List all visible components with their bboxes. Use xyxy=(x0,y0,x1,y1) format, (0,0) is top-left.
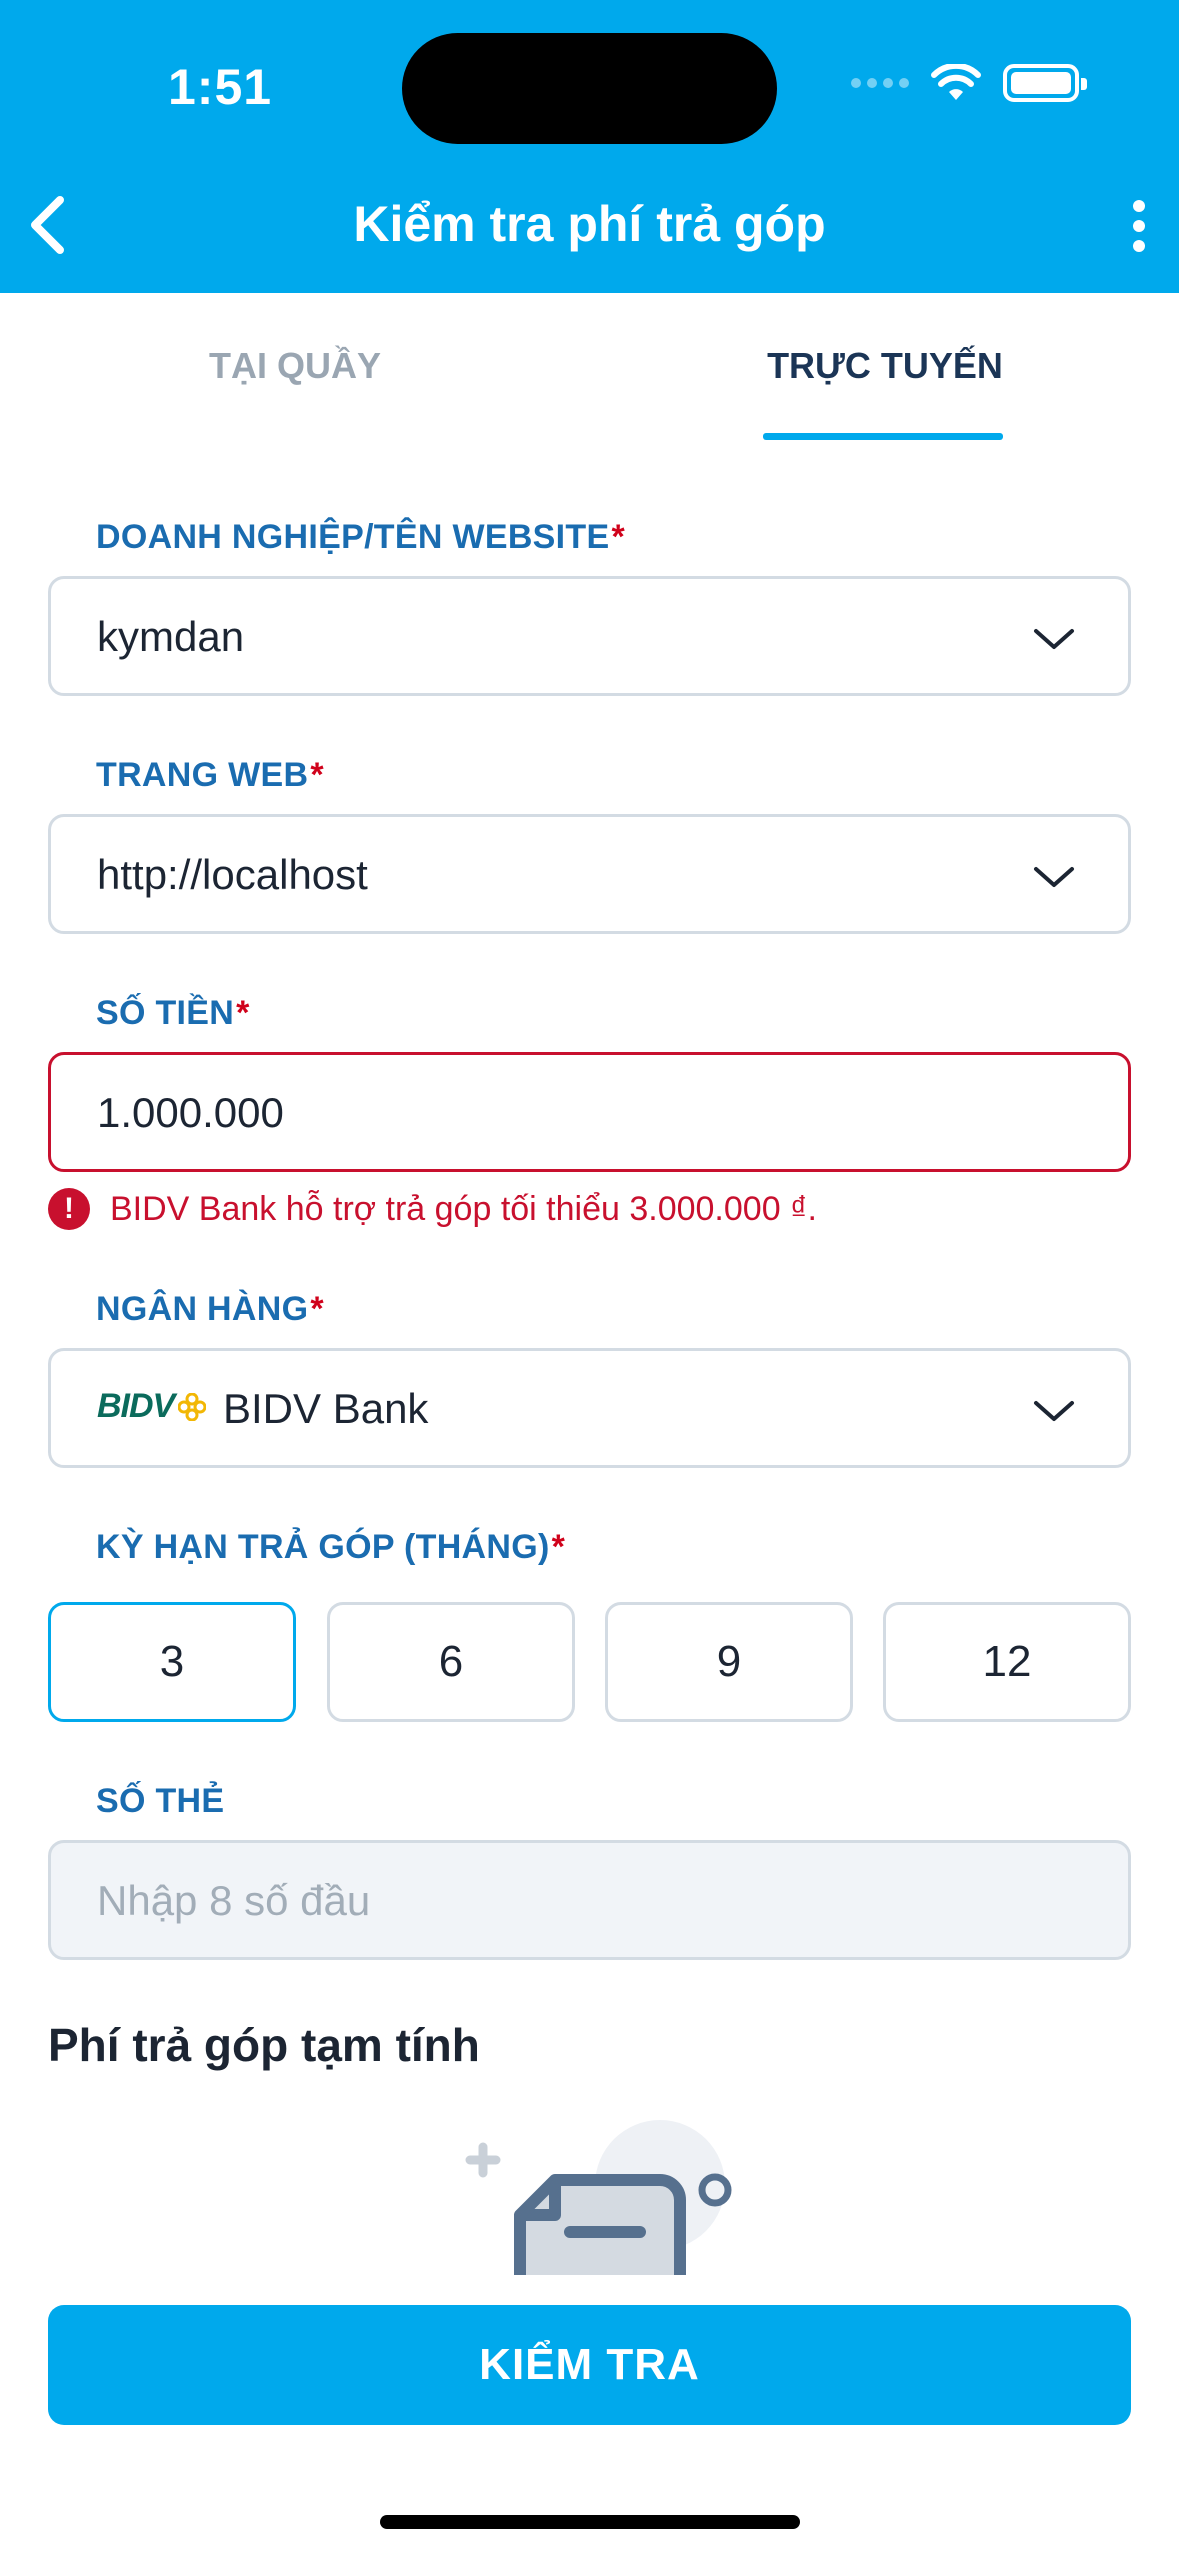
chevron-down-icon xyxy=(1034,867,1074,887)
merchant-select[interactable]: kymdan xyxy=(48,576,1131,696)
bank-select[interactable]: BIDV BIDV Bank xyxy=(48,1348,1131,1468)
amount-label: SỐ TIỀN* xyxy=(96,994,250,1032)
fee-estimate-title: Phí trả góp tạm tính xyxy=(48,2019,480,2071)
bank-label: NGÂN HÀNG* xyxy=(96,1290,324,1328)
wifi-icon xyxy=(931,64,981,100)
bank-value: BIDV Bank xyxy=(223,1385,429,1432)
merchant-value: kymdan xyxy=(97,613,245,660)
status-icons xyxy=(851,64,1087,102)
amount-value: 1.000.000 xyxy=(97,1089,284,1136)
amount-error: ! BIDV Bank hỗ trợ trả góp tối thiểu 3.0… xyxy=(48,1188,817,1230)
home-indicator[interactable] xyxy=(380,2515,800,2529)
tab-online[interactable]: TRỰC TUYẾN xyxy=(690,345,1080,387)
more-vertical-icon[interactable] xyxy=(1119,196,1159,256)
website-value: http://localhost xyxy=(97,851,368,898)
app-header: 1:51 Kiểm tra phí trả góp xyxy=(0,0,1179,293)
active-tab-indicator xyxy=(763,433,1003,440)
bidv-star-icon xyxy=(178,1392,207,1421)
website-label: TRANG WEB* xyxy=(96,756,324,794)
chevron-down-icon xyxy=(1034,1401,1074,1421)
card-number-placeholder: Nhập 8 số đầu xyxy=(97,1877,371,1924)
status-time: 1:51 xyxy=(168,59,273,115)
amount-error-text: BIDV Bank hỗ trợ trả góp tối thiểu 3.000… xyxy=(110,1189,817,1228)
card-label: SỐ THẺ xyxy=(96,1782,225,1820)
page-title: Kiểm tra phí trả góp xyxy=(353,196,826,252)
error-icon: ! xyxy=(48,1188,90,1230)
amount-input[interactable]: 1.000.000 xyxy=(48,1052,1131,1172)
term-label: KỲ HẠN TRẢ GÓP (THÁNG)* xyxy=(96,1528,566,1566)
cellular-signal-icon xyxy=(851,78,909,88)
term-option-6[interactable]: 6 xyxy=(327,1602,575,1722)
website-select[interactable]: http://localhost xyxy=(48,814,1131,934)
tab-bar: TẠI QUẦY TRỰC TUYẾN xyxy=(0,293,1179,443)
merchant-label: DOANH NGHIỆP/TÊN WEBSITE* xyxy=(96,518,625,556)
term-option-9[interactable]: 9 xyxy=(605,1602,853,1722)
dynamic-island xyxy=(402,33,777,144)
chevron-down-icon xyxy=(1034,629,1074,649)
term-option-12[interactable]: 12 xyxy=(883,1602,1131,1722)
battery-icon xyxy=(1003,64,1087,102)
bidv-logo: BIDV xyxy=(97,1387,207,1426)
empty-document-illustration xyxy=(465,2120,732,2275)
term-option-3[interactable]: 3 xyxy=(48,1602,296,1722)
card-number-input[interactable]: Nhập 8 số đầu xyxy=(48,1840,1131,1960)
check-button[interactable]: KIỂM TRA xyxy=(48,2305,1131,2425)
tab-in-store[interactable]: TẠI QUẦY xyxy=(100,345,490,387)
